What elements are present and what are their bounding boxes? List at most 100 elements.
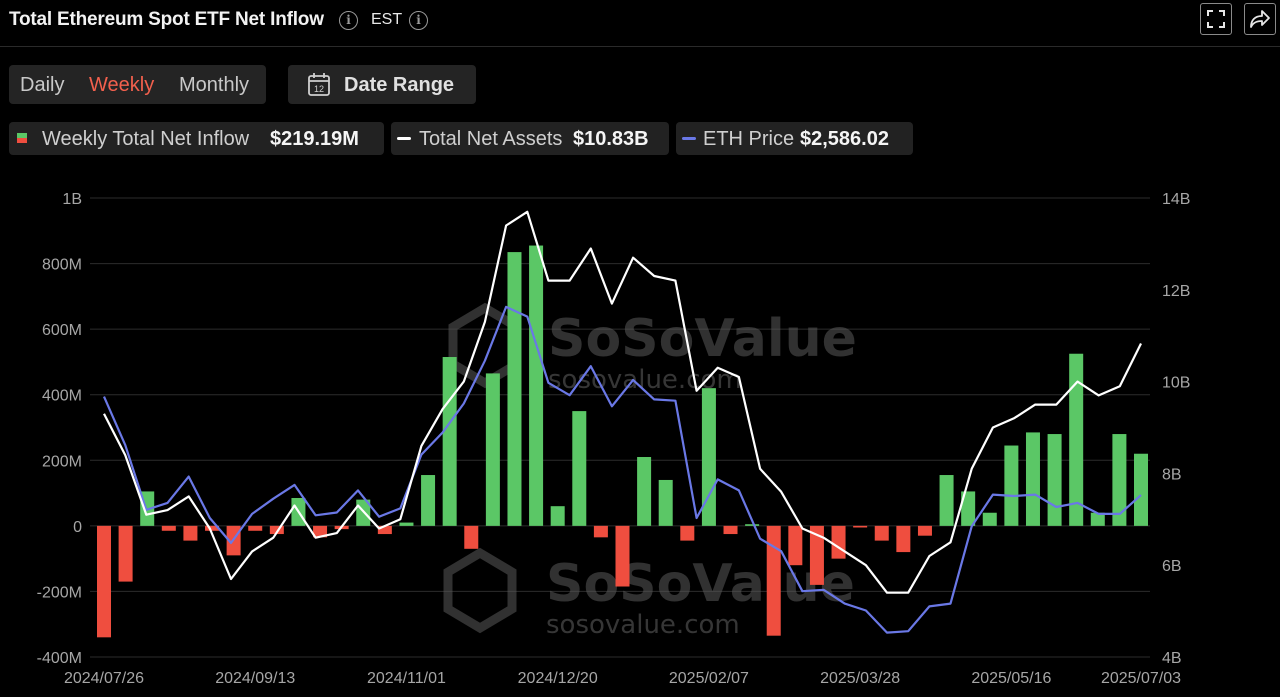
watermark-bottom: SoSoValue sosovalue.com <box>443 547 855 640</box>
inflow-bar <box>97 525 111 638</box>
inflow-bar <box>356 499 371 526</box>
inflow-bar <box>550 506 565 526</box>
legend-price-label: ETH Price <box>703 128 795 150</box>
y-tick-label-right: 12B <box>1162 283 1190 300</box>
x-tick-label: 2024/07/26 <box>64 670 144 687</box>
legend-price-value: $2,586.02 <box>800 128 889 150</box>
legend-inflow[interactable]: Weekly Total Net Inflow $219.19M <box>9 122 384 155</box>
y-tick-label-left: 800M <box>42 257 82 274</box>
date-range-label: Date Range <box>344 74 455 96</box>
inflow-bar <box>1047 434 1062 526</box>
legend-assets[interactable]: Total Net Assets $10.83B <box>391 122 669 155</box>
inflow-bar <box>1090 512 1105 526</box>
watermarks: SoSoValue sosovalue.com SoSoValue sosova… <box>443 302 857 640</box>
inflow-bar <box>140 491 155 526</box>
inflow-bar <box>615 525 630 587</box>
assets-swatch-icon <box>397 137 411 140</box>
inflow-bar <box>334 525 349 530</box>
period-monthly[interactable]: Monthly <box>179 74 249 97</box>
inflow-bar <box>874 525 889 541</box>
legend-price[interactable]: ETH Price $2,586.02 <box>676 122 913 155</box>
y-tick-label-left: -200M <box>37 584 82 601</box>
inflow-bar <box>313 525 328 538</box>
chart-title: Total Ethereum Spot ETF Net Inflow <box>9 9 324 30</box>
inflow-swatch-icon <box>17 133 27 143</box>
inflow-bar <box>291 497 306 526</box>
inflow-bar <box>961 491 976 526</box>
timezone-info-icon[interactable]: i <box>409 11 428 30</box>
calendar-icon: 12 <box>308 73 330 96</box>
info-icon[interactable]: i <box>339 11 358 30</box>
inflow-bar <box>205 525 220 531</box>
inflow-bar <box>507 252 522 526</box>
inflow-bar <box>226 525 241 556</box>
period-selector: Daily Weekly Monthly <box>9 65 266 104</box>
x-tick-label: 2025/05/16 <box>971 670 1051 687</box>
inflow-bar <box>723 525 738 535</box>
x-tick-label: 2025/02/07 <box>669 670 749 687</box>
watermark-top: SoSoValue sosovalue.com <box>448 302 857 395</box>
watermark-logo-icon <box>448 302 522 389</box>
x-tick-label: 2024/12/20 <box>518 670 598 687</box>
inflow-bar <box>788 525 803 566</box>
inflow-bar <box>529 245 544 526</box>
inflow-bar <box>917 525 932 536</box>
y-tick-label-left: -400M <box>37 650 82 667</box>
inflow-bar <box>183 525 198 541</box>
y-tick-label-right: 4B <box>1162 650 1182 667</box>
inflow-bar <box>658 479 673 526</box>
fullscreen-icon <box>1207 10 1225 28</box>
watermark-brand: SoSoValue <box>548 309 857 369</box>
watermark-url: sosovalue.com <box>548 365 742 395</box>
period-daily[interactable]: Daily <box>20 74 64 97</box>
period-weekly[interactable]: Weekly <box>89 74 154 97</box>
inflow-bar <box>680 525 695 541</box>
inflow-bar <box>1025 432 1040 526</box>
inflow-bar <box>118 525 133 582</box>
inflow-bar <box>161 525 176 531</box>
y-tick-label-right: 14B <box>1162 191 1190 208</box>
y-tick-label-left: 1B <box>62 191 82 208</box>
x-tick-label: 2025/07/03 <box>1101 670 1181 687</box>
inflow-bar <box>248 525 263 531</box>
watermark-logo-icon-2 <box>443 547 517 634</box>
watermark-brand-2: SoSoValue <box>546 554 855 614</box>
inflow-bar <box>637 457 652 526</box>
date-range-button[interactable]: 12 Date Range <box>288 65 476 104</box>
inflow-bar <box>377 525 392 535</box>
inflow-bar <box>982 512 997 526</box>
inflow-chart: SoSoValue sosovalue.com SoSoValue sosova… <box>37 191 1191 687</box>
inflow-bar <box>442 357 457 526</box>
inflow-bar <box>1004 445 1019 526</box>
timezone-label: EST <box>371 11 403 28</box>
inflow-bar <box>593 525 608 538</box>
x-tick-label: 2024/09/13 <box>215 670 295 687</box>
x-tick-label: 2025/03/28 <box>820 670 900 687</box>
inflow-bar <box>269 525 284 535</box>
inflow-bar <box>572 411 587 526</box>
eth-price-line <box>102 305 1142 634</box>
fullscreen-button[interactable] <box>1200 3 1232 35</box>
inflow-bar <box>421 475 436 526</box>
inflow-bar <box>1134 453 1148 526</box>
legend-assets-label: Total Net Assets <box>419 128 563 150</box>
inflow-bar <box>896 525 911 553</box>
inflow-bar <box>745 524 760 526</box>
inflow-bar <box>831 525 846 559</box>
inflow-bar <box>809 525 824 585</box>
watermark-url-2: sosovalue.com <box>546 610 740 640</box>
y-tick-label-left: 200M <box>42 453 82 470</box>
inflow-bar <box>1112 434 1127 526</box>
share-button[interactable] <box>1244 3 1276 35</box>
y-tick-label-right: 8B <box>1162 466 1182 483</box>
inflow-bar <box>485 373 500 526</box>
total-net-assets-line <box>103 210 1142 594</box>
y-tick-label-left: 400M <box>42 388 82 405</box>
y-tick-label-right: 10B <box>1162 375 1190 392</box>
inflow-bar <box>853 525 868 528</box>
chart-header: Total Ethereum Spot ETF Net Inflow i EST… <box>0 0 1280 47</box>
legend-inflow-label: Weekly Total Net Inflow <box>42 128 250 150</box>
calendar-day: 12 <box>314 84 324 94</box>
y-tick-label-left: 0 <box>73 519 82 536</box>
inflow-bar <box>399 522 414 526</box>
